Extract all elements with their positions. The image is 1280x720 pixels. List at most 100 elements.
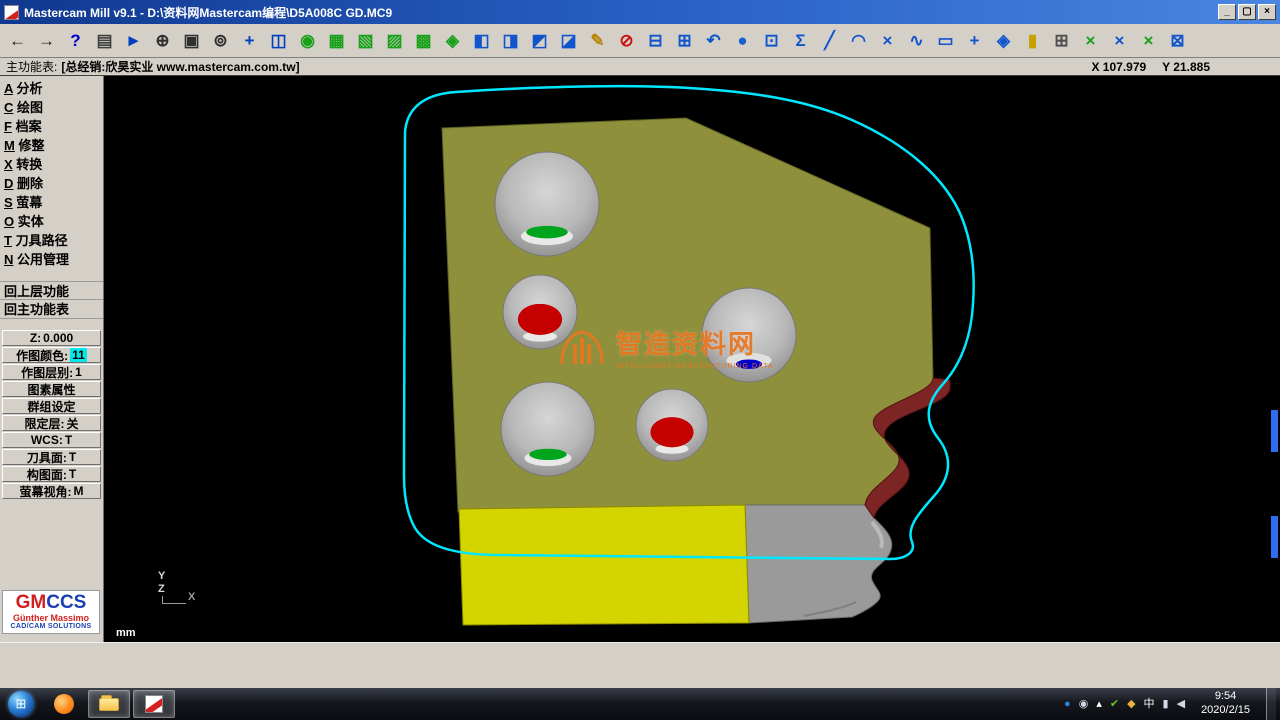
- gview-top-button[interactable]: ▦: [322, 27, 351, 55]
- xform-button[interactable]: ⊠: [1163, 27, 1192, 55]
- cplane-front-button[interactable]: ◨: [496, 27, 525, 55]
- axis-z-label: Z: [158, 583, 165, 595]
- close-button[interactable]: ×: [1258, 4, 1276, 20]
- cplane-3d-button[interactable]: ◪: [554, 27, 583, 55]
- status-draw-level[interactable]: 作图层别:1: [2, 364, 101, 380]
- gview-dynamic-button[interactable]: ◈: [438, 27, 467, 55]
- trim-divide-button[interactable]: ×: [1105, 27, 1134, 55]
- minimize-button[interactable]: _: [1218, 4, 1236, 20]
- attributes-pencil-button[interactable]: ✎: [583, 27, 612, 55]
- status-limit-level[interactable]: 限定层:关: [2, 415, 101, 431]
- tray-volume-icon[interactable]: ◀: [1177, 699, 1185, 710]
- taskbar-mastercam-button[interactable]: [133, 690, 175, 718]
- tray-globe-icon[interactable]: ◉: [1079, 699, 1089, 710]
- cplane-side-button[interactable]: ◩: [525, 27, 554, 55]
- backup-menu-button[interactable]: 回上层功能: [0, 281, 103, 300]
- status-draw-level-label: 作图层别:: [21, 364, 73, 381]
- notepad-button[interactable]: ▤: [90, 27, 119, 55]
- menu-item-s[interactable]: S 萤幕: [0, 193, 103, 212]
- menu-item-a[interactable]: A 分析: [0, 79, 103, 98]
- menu-item-n[interactable]: N 公用管理: [0, 250, 103, 269]
- status-z-depth-label: Z:: [30, 331, 41, 345]
- gview-front-button[interactable]: ▧: [351, 27, 380, 55]
- tray-messenger-icon[interactable]: ●: [1064, 699, 1071, 710]
- main-menu-button[interactable]: 回主功能表: [0, 300, 103, 319]
- hole-red-4[interactable]: [636, 389, 708, 461]
- menu-item-f[interactable]: F 档案: [0, 117, 103, 136]
- taskbar-clock[interactable]: 9:54 2020/2/15: [1201, 690, 1250, 718]
- graphics-area[interactable]: 智造资料网 INTELLIGENT MANUFACTURING DATA Y Z…: [104, 76, 1280, 642]
- main-menu-label: 主功能表:: [6, 58, 57, 75]
- shade-button[interactable]: ●: [728, 27, 757, 55]
- axis-x-line: [162, 603, 186, 604]
- status-construction-plane[interactable]: 构图面:T: [2, 466, 101, 482]
- create-arc-button[interactable]: ◠: [844, 27, 873, 55]
- tray-update-icon[interactable]: ◆: [1127, 699, 1135, 710]
- menu-item-x[interactable]: X 转换: [0, 155, 103, 174]
- taskbar: ⊞ ● ◉ ▴ ✔ ◆ 中 ▮ ◀ 9:54 2020/2/15: [0, 688, 1280, 720]
- zoom-window-button[interactable]: ▣: [177, 27, 206, 55]
- forward-arrow-button[interactable]: →: [32, 27, 61, 55]
- create-point-button[interactable]: +: [960, 27, 989, 55]
- sidebar-menu: A 分析C 绘图F 档案M 修整X 转换D 删除S 萤幕O 实体T 刀具路径N …: [0, 79, 103, 269]
- start-button[interactable]: ⊞: [8, 691, 34, 717]
- title-bar[interactable]: Mastercam Mill v9.1 - D:\资料网Mastercam编程\…: [0, 0, 1280, 24]
- clock-date: 2020/2/15: [1201, 704, 1250, 716]
- analyze-sigma-button[interactable]: Σ: [786, 27, 815, 55]
- viewport-layout-button[interactable]: ⊡: [757, 27, 786, 55]
- undo-button[interactable]: ↶: [699, 27, 728, 55]
- status-screen-view[interactable]: 萤幕视角:M: [2, 483, 101, 499]
- delete-entity-button[interactable]: ⊘: [612, 27, 641, 55]
- gview-side-button[interactable]: ▨: [380, 27, 409, 55]
- menu-item-t[interactable]: T 刀具路径: [0, 231, 103, 250]
- dynamic-rotate-button[interactable]: ◉: [293, 27, 322, 55]
- menu-item-d[interactable]: D 删除: [0, 174, 103, 193]
- fit-screen-button[interactable]: +: [235, 27, 264, 55]
- select-cursor-button[interactable]: ►: [119, 27, 148, 55]
- multi-view-button[interactable]: ⊞: [1047, 27, 1076, 55]
- trim-entity-button[interactable]: ×: [873, 27, 902, 55]
- prompt-area[interactable]: [0, 642, 1280, 688]
- zoom-previous-icon: ◫: [270, 32, 286, 49]
- zoom-in-button[interactable]: ⊕: [148, 27, 177, 55]
- part-front-face[interactable]: [459, 505, 749, 625]
- status-entity-attributes[interactable]: 图素属性: [2, 381, 101, 397]
- maximize-button[interactable]: ▢: [1238, 4, 1256, 20]
- create-spline-button[interactable]: ∿: [902, 27, 931, 55]
- app-icon: [4, 5, 19, 20]
- create-rectangle-button[interactable]: ▭: [931, 27, 960, 55]
- menu-item-c[interactable]: C 绘图: [0, 98, 103, 117]
- cplane-top-button[interactable]: ◧: [467, 27, 496, 55]
- trim-break-button[interactable]: ×: [1076, 27, 1105, 55]
- zoom-previous-button[interactable]: ◫: [264, 27, 293, 55]
- hole-green-0[interactable]: [495, 152, 599, 256]
- menu-item-m[interactable]: M 修整: [0, 136, 103, 155]
- screen-paste-button[interactable]: ⊞: [670, 27, 699, 55]
- back-arrow-button[interactable]: ←: [3, 27, 32, 55]
- tray-security-shield-icon[interactable]: ✔: [1110, 699, 1119, 710]
- help-button[interactable]: ?: [61, 27, 90, 55]
- status-wcs[interactable]: WCS:T: [2, 432, 101, 448]
- solids-menu-button[interactable]: ▮: [1018, 27, 1047, 55]
- trim-extend-button[interactable]: ×: [1134, 27, 1163, 55]
- hole-green-3[interactable]: [501, 382, 595, 476]
- menu-item-o[interactable]: O 实体: [0, 212, 103, 231]
- analyze-sigma-icon: Σ: [795, 32, 805, 49]
- status-draw-color[interactable]: 作图颜色:11: [2, 347, 101, 363]
- status-z-depth[interactable]: Z:0.000: [2, 330, 101, 346]
- taskbar-browser-button[interactable]: [43, 690, 85, 718]
- screen-copy-button[interactable]: ⊟: [641, 27, 670, 55]
- gview-isometric-button[interactable]: ▩: [409, 27, 438, 55]
- tray-hidden-arrow-icon[interactable]: ▴: [1096, 699, 1102, 710]
- zoom-target-button[interactable]: ⊚: [206, 27, 235, 55]
- taskbar-explorer-button[interactable]: [88, 690, 130, 718]
- tray-ime-icon[interactable]: 中: [1144, 699, 1155, 710]
- create-line-button[interactable]: ╱: [815, 27, 844, 55]
- create-surface-button[interactable]: ◈: [989, 27, 1018, 55]
- status-tool-plane[interactable]: 刀具面:T: [2, 449, 101, 465]
- hotkey-n: N: [4, 252, 13, 267]
- part-side-wall-gray[interactable]: [745, 505, 892, 623]
- status-group-settings[interactable]: 群组设定: [2, 398, 101, 414]
- tray-network-icon[interactable]: ▮: [1163, 699, 1169, 710]
- show-desktop-button[interactable]: [1266, 688, 1276, 720]
